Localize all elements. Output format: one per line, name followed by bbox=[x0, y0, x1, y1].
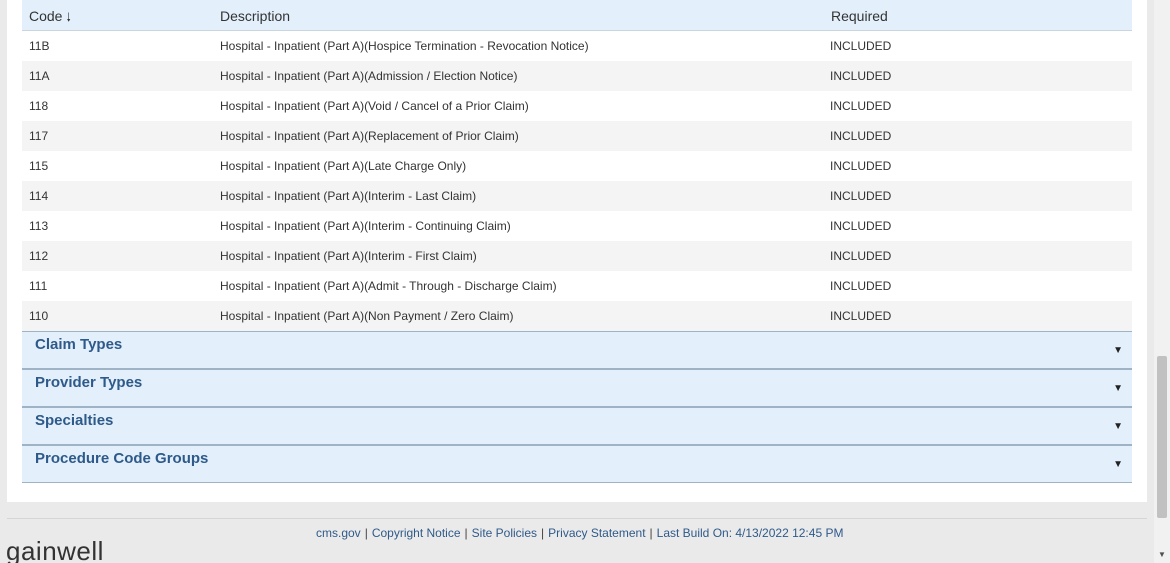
cell-code: 118 bbox=[29, 99, 49, 113]
cell-code: 11B bbox=[29, 39, 50, 53]
arrow-down-icon: 🠓 bbox=[66, 10, 71, 24]
footer-divider bbox=[7, 518, 1147, 519]
footer-link-cms[interactable]: cms.gov bbox=[316, 526, 361, 540]
footer-separator: | bbox=[649, 526, 653, 540]
scrollbar-thumb[interactable] bbox=[1157, 356, 1167, 518]
table-row: 113 Hospital - Inpatient (Part A)(Interim… bbox=[22, 211, 1132, 241]
footer-link-site-policies[interactable]: Site Policies bbox=[472, 526, 537, 540]
cell-description: Hospital - Inpatient (Part A)(Admit - Th… bbox=[220, 279, 557, 293]
column-header-required[interactable]: Required bbox=[831, 8, 888, 24]
cell-required: INCLUDED bbox=[830, 309, 892, 323]
page: Code 🠓 Description Required 11B Hospital -… bbox=[0, 0, 1154, 563]
cell-required: INCLUDED bbox=[830, 159, 892, 173]
footer-link-copyright[interactable]: Copyright Notice bbox=[372, 526, 461, 540]
table-row: 118 Hospital - Inpatient (Part A)(Void / … bbox=[22, 91, 1132, 121]
caret-down-icon: ▼ bbox=[1113, 383, 1123, 394]
caret-down-icon: ▼ bbox=[1113, 459, 1123, 470]
accordion-specialties[interactable]: Specialties ▼ bbox=[22, 407, 1132, 445]
cell-description: Hospital - Inpatient (Part A)(Late Charg… bbox=[220, 159, 467, 173]
cell-code: 11A bbox=[29, 69, 50, 83]
footer-separator: | bbox=[541, 526, 545, 540]
cell-required: INCLUDED bbox=[830, 129, 892, 143]
cell-description: Hospital - Inpatient (Part A)(Admission … bbox=[220, 69, 518, 83]
accordion-title: Claim Types bbox=[35, 336, 123, 353]
table-row: 112 Hospital - Inpatient (Part A)(Interim… bbox=[22, 241, 1132, 271]
column-header-code[interactable]: Code 🠓 bbox=[29, 8, 71, 29]
table-row: 114 Hospital - Inpatient (Part A)(Interim… bbox=[22, 181, 1132, 211]
vertical-scrollbar[interactable]: ▼ bbox=[1154, 0, 1170, 563]
accordion-title: Procedure Code Groups bbox=[35, 450, 209, 467]
accordion-claim-types[interactable]: Claim Types ▼ bbox=[22, 331, 1132, 369]
table-row: 11B Hospital - Inpatient (Part A)(Hospice… bbox=[22, 31, 1132, 61]
column-header-description[interactable]: Description bbox=[220, 8, 290, 24]
cell-required: INCLUDED bbox=[830, 279, 892, 293]
cell-required: INCLUDED bbox=[830, 189, 892, 203]
gainwell-logo: gainwell bbox=[6, 536, 104, 563]
cell-description: Hospital - Inpatient (Part A)(Void / Can… bbox=[220, 99, 529, 113]
footer-links: cms.gov | Copyright Notice | Site Policies | P… bbox=[316, 526, 843, 540]
bill-type-table: Code 🠓 Description Required 11B Hospital -… bbox=[22, 0, 1132, 331]
cell-code: 113 bbox=[29, 219, 49, 233]
table-body: 11B Hospital - Inpatient (Part A)(Hospice… bbox=[22, 31, 1132, 331]
table-row: 115 Hospital - Inpatient (Part A)(Late Ch… bbox=[22, 151, 1132, 181]
cell-description: Hospital - Inpatient (Part A)(Hospice Te… bbox=[220, 39, 589, 53]
cell-code: 111 bbox=[29, 279, 48, 293]
cell-code: 110 bbox=[29, 309, 49, 323]
column-header-code-label: Code bbox=[29, 8, 63, 24]
table-row: 117 Hospital - Inpatient (Part A)(Replace… bbox=[22, 121, 1132, 151]
footer-build-info: Last Build On: 4/13/2022 12:45 PM bbox=[656, 526, 844, 540]
caret-down-icon: ▼ bbox=[1113, 345, 1123, 356]
table-header: Code 🠓 Description Required bbox=[22, 0, 1132, 31]
cell-description: Hospital - Inpatient (Part A)(Non Paymen… bbox=[220, 309, 514, 323]
cell-code: 112 bbox=[29, 249, 49, 263]
cell-required: INCLUDED bbox=[830, 69, 892, 83]
cell-required: INCLUDED bbox=[830, 99, 892, 113]
accordion-title: Specialties bbox=[35, 412, 114, 429]
cell-required: INCLUDED bbox=[830, 39, 892, 53]
cell-description: Hospital - Inpatient (Part A)(Interim - … bbox=[220, 219, 511, 233]
footer-link-privacy[interactable]: Privacy Statement bbox=[548, 526, 645, 540]
scroll-down-arrow-icon[interactable]: ▼ bbox=[1158, 550, 1166, 559]
accordion-procedure-code-groups[interactable]: Procedure Code Groups ▼ bbox=[22, 445, 1132, 483]
cell-description: Hospital - Inpatient (Part A)(Interim - … bbox=[220, 249, 477, 263]
caret-down-icon: ▼ bbox=[1113, 421, 1123, 432]
table-row: 11A Hospital - Inpatient (Part A)(Admissi… bbox=[22, 61, 1132, 91]
cell-description: Hospital - Inpatient (Part A)(Interim - … bbox=[220, 189, 477, 203]
table-row: 110 Hospital - Inpatient (Part A)(Non Pay… bbox=[22, 301, 1132, 331]
footer-separator: | bbox=[464, 526, 468, 540]
cell-required: INCLUDED bbox=[830, 249, 892, 263]
table-row: 111 Hospital - Inpatient (Part A)(Admit -… bbox=[22, 271, 1132, 301]
accordion-provider-types[interactable]: Provider Types ▼ bbox=[22, 369, 1132, 407]
cell-code: 115 bbox=[29, 159, 49, 173]
cell-code: 114 bbox=[29, 189, 49, 203]
accordion-title: Provider Types bbox=[35, 374, 143, 391]
footer-separator: | bbox=[364, 526, 368, 540]
cell-required: INCLUDED bbox=[830, 219, 892, 233]
cell-code: 117 bbox=[29, 129, 49, 143]
cell-description: Hospital - Inpatient (Part A)(Replacemen… bbox=[220, 129, 519, 143]
